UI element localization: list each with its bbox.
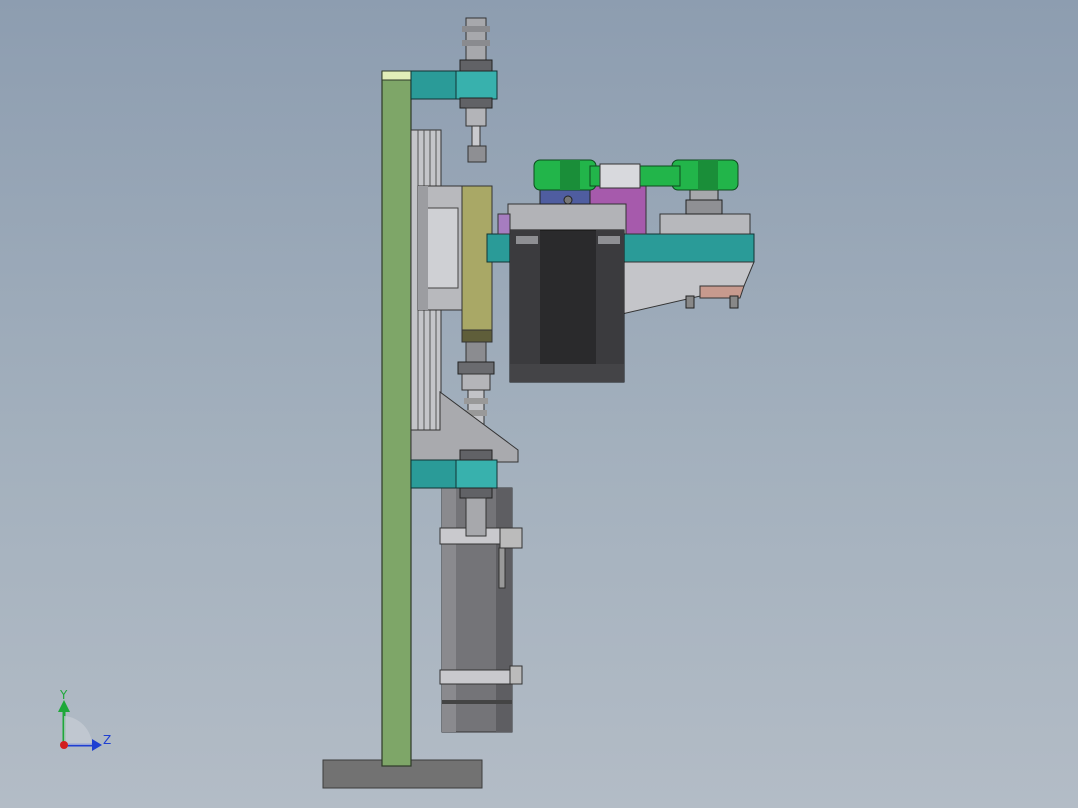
cad-model-view[interactable]: Y Z: [0, 0, 1078, 808]
z-axis-head-icon: [92, 739, 102, 751]
slide-carriage[interactable]: [417, 185, 465, 311]
triad-y-label: Y: [59, 688, 68, 702]
stepper-motor[interactable]: [507, 203, 627, 383]
cad-viewport[interactable]: Y Z: [0, 0, 1078, 808]
triad-quadrant-icon: [64, 716, 92, 745]
olive-mounting-plate[interactable]: [461, 185, 493, 343]
belt-tensioner-block[interactable]: [659, 187, 751, 235]
triad-z-label: Z: [103, 733, 111, 747]
top-clamp-bracket[interactable]: [410, 70, 498, 100]
column-top-cap: [381, 70, 412, 81]
vertical-column[interactable]: [381, 71, 412, 767]
coordinate-triad: Y Z: [58, 688, 111, 751]
x-axis-origin-icon: [60, 741, 68, 749]
motor-side-tab: [497, 213, 511, 235]
